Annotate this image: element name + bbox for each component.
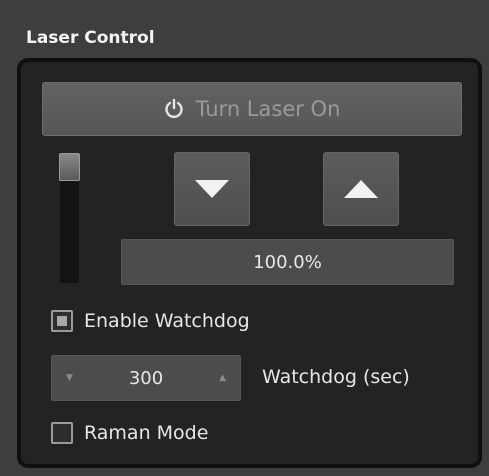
- enable-watchdog-checkbox[interactable]: Enable Watchdog: [51, 310, 250, 332]
- raman-mode-checkbox[interactable]: Raman Mode: [51, 422, 208, 444]
- turn-laser-on-label: Turn Laser On: [195, 97, 341, 121]
- decrease-power-button[interactable]: [174, 152, 250, 226]
- triangle-down-icon: [195, 180, 229, 198]
- checkbox-box[interactable]: [51, 422, 73, 444]
- enable-watchdog-label: Enable Watchdog: [84, 310, 250, 332]
- triangle-up-icon: [344, 180, 378, 198]
- watchdog-seconds-label: Watchdog (sec): [262, 366, 410, 388]
- watchdog-seconds-value: 300: [128, 367, 164, 389]
- watchdog-seconds-spinbox[interactable]: ▼ 300 ▲: [51, 355, 241, 401]
- spin-up-icon[interactable]: ▲: [219, 373, 226, 383]
- raman-mode-label: Raman Mode: [84, 422, 209, 444]
- spin-down-icon[interactable]: ▼: [66, 373, 73, 383]
- turn-laser-on-button[interactable]: Turn Laser On: [42, 82, 462, 136]
- increase-power-button[interactable]: [323, 152, 399, 226]
- power-icon: [164, 98, 184, 120]
- power-slider-handle[interactable]: [59, 153, 80, 181]
- checkbox-box[interactable]: [51, 310, 73, 332]
- panel-title: Laser Control: [26, 28, 155, 48]
- checkbox-check-mark: [57, 316, 67, 326]
- power-percentage-field[interactable]: 100.0%: [121, 239, 454, 285]
